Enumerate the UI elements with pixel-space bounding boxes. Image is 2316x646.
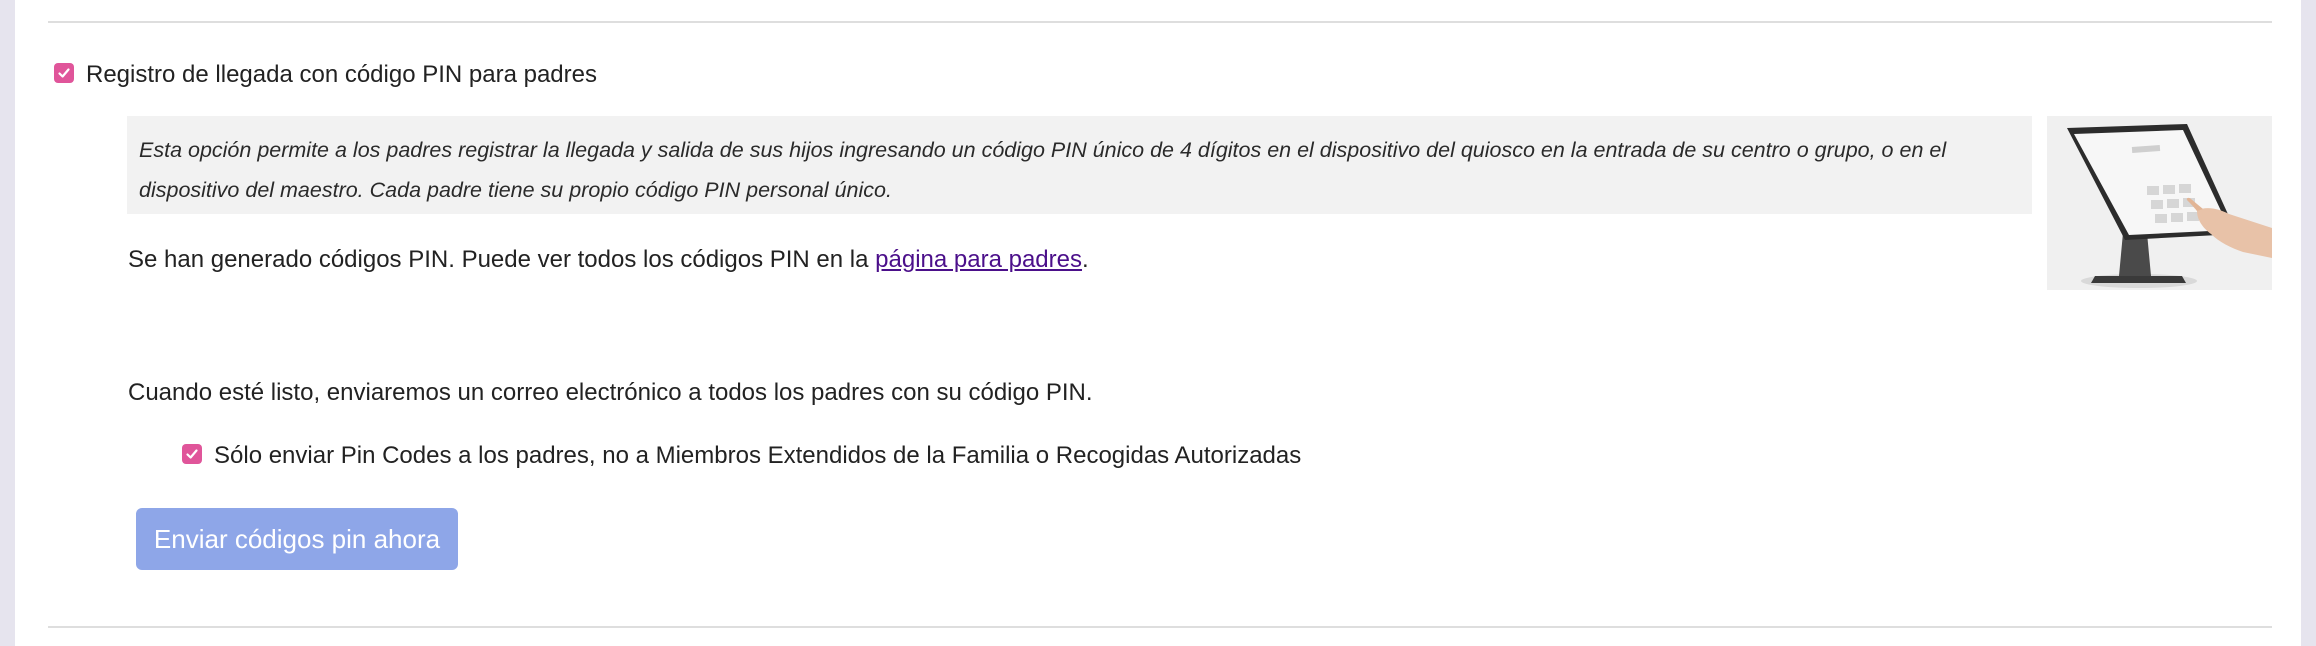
section-divider-top <box>48 21 2272 23</box>
checkmark-icon <box>186 449 198 459</box>
section-divider-bottom <box>48 626 2272 628</box>
pin-checkin-label[interactable]: Registro de llegada con código PIN para … <box>86 60 597 90</box>
checkmark-icon <box>58 68 70 78</box>
pin-generated-suffix: . <box>1081 246 1089 273</box>
send-pin-codes-button[interactable]: Enviar códigos pin ahora <box>136 508 458 570</box>
pin-kiosk-tablet-icon <box>2047 116 2272 290</box>
parents-only-checkbox[interactable] <box>182 444 202 464</box>
email-notice-text: Cuando esté listo, enviaremos un correo … <box>128 379 1093 406</box>
parents-page-link[interactable]: página para padres <box>875 246 1082 273</box>
pin-generated-message: Se han generado códigos PIN. Puede ver t… <box>128 246 869 273</box>
parents-only-label[interactable]: Sólo enviar Pin Codes a los padres, no a… <box>214 440 1301 472</box>
pin-checkin-checkbox[interactable] <box>54 63 74 83</box>
pin-generated-text: Se han generado códigos PIN. Puede ver t… <box>128 244 1089 276</box>
pin-checkin-description: Esta opción permite a los padres registr… <box>127 116 2032 214</box>
